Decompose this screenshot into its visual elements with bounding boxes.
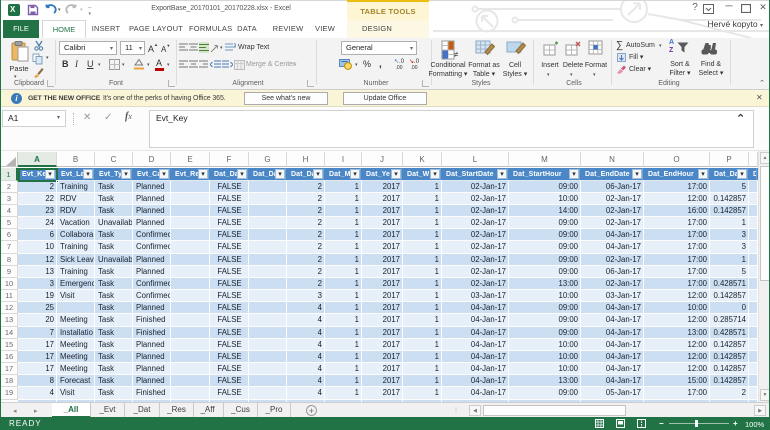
- svg-text:≠: ≠: [454, 50, 459, 59]
